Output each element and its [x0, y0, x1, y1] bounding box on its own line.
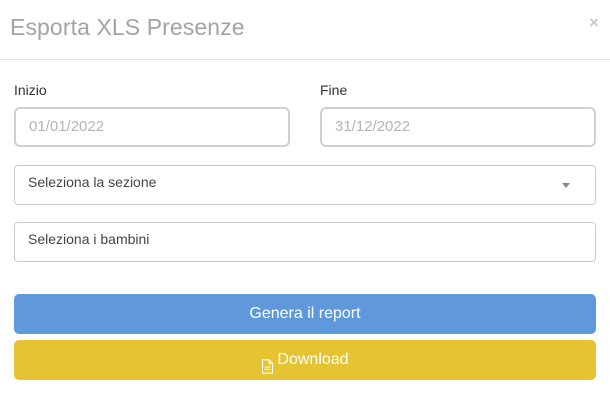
generate-report-label: Genera il report: [249, 305, 361, 322]
modal-title: Esporta XLS Presenze: [10, 14, 245, 40]
close-icon: ×: [589, 13, 599, 32]
start-date-label: Inizio: [14, 82, 47, 98]
end-date-value: 31/12/2022: [335, 118, 411, 135]
generate-report-button[interactable]: Genera il report: [14, 294, 596, 334]
download-label: Download: [277, 351, 349, 368]
section-select[interactable]: Seleziona la sezione: [14, 165, 596, 205]
start-date-input[interactable]: 01/01/2022: [14, 107, 290, 147]
children-select-placeholder: Seleziona i bambini: [28, 231, 150, 247]
document-icon: [261, 350, 274, 390]
end-date-label: Fine: [320, 82, 348, 98]
start-date-value: 01/01/2022: [29, 118, 105, 135]
end-date-input[interactable]: 31/12/2022: [320, 107, 596, 147]
chevron-down-icon: [562, 183, 570, 188]
download-button[interactable]: Download: [14, 340, 596, 380]
modal-header: Esporta XLS Presenze ×: [0, 0, 610, 60]
close-button[interactable]: ×: [587, 14, 601, 32]
export-modal: Esporta XLS Presenze × Inizio Fine 01/01…: [0, 0, 610, 394]
children-select[interactable]: Seleziona i bambini: [14, 222, 596, 262]
section-select-placeholder: Seleziona la sezione: [28, 174, 157, 190]
